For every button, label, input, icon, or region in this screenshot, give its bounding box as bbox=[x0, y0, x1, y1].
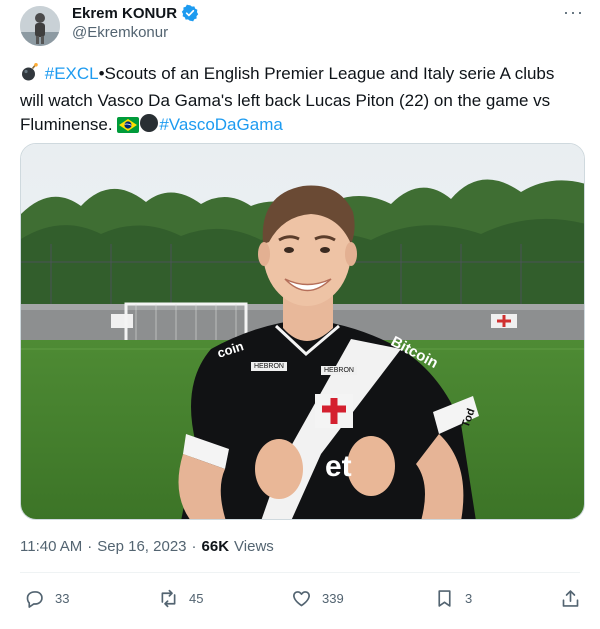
share-icon bbox=[562, 589, 579, 607]
bomb-icon bbox=[20, 62, 40, 89]
author-name-row[interactable]: Ekrem KONUR bbox=[72, 4, 199, 22]
reply-count: 33 bbox=[55, 590, 70, 606]
views-label: Views bbox=[234, 538, 274, 555]
jersey-badge-right: HEBRON bbox=[321, 366, 357, 375]
heart-icon bbox=[293, 590, 310, 606]
tweet-time[interactable]: 11:40 AM bbox=[20, 538, 82, 555]
tweet-date[interactable]: Sep 16, 2023 bbox=[97, 538, 186, 555]
brazil-flag-icon bbox=[117, 116, 140, 140]
tweet-body: •Scouts of an English Premier League and… bbox=[20, 64, 555, 134]
author-display-name[interactable]: Ekrem KONUR bbox=[72, 5, 177, 22]
meta-separator: · bbox=[87, 538, 93, 555]
repost-count: 45 bbox=[189, 590, 204, 606]
repost-button[interactable]: 45 bbox=[158, 584, 203, 612]
hashtag-excl-link[interactable]: #EXCL bbox=[45, 64, 99, 83]
author-avatar[interactable] bbox=[20, 6, 60, 46]
bookmark-button[interactable]: 3 bbox=[434, 584, 472, 612]
jersey-badge-left: HEBRON bbox=[251, 362, 287, 371]
verified-badge-icon bbox=[181, 4, 199, 22]
more-options-icon[interactable]: ··· bbox=[563, 2, 584, 23]
reply-icon bbox=[26, 590, 43, 608]
divider bbox=[20, 572, 580, 573]
photo-illustration bbox=[21, 144, 584, 519]
views-count: 66K bbox=[201, 538, 230, 555]
bookmark-count: 3 bbox=[465, 590, 473, 606]
tweet-actions-bar: 33 45 339 3 bbox=[20, 584, 590, 612]
bookmark-icon bbox=[438, 589, 451, 607]
share-button[interactable] bbox=[560, 584, 581, 612]
reply-button[interactable]: 33 bbox=[24, 584, 69, 612]
repost-icon bbox=[161, 589, 176, 607]
tweet-text: #EXCL•Scouts of an English Premier Leagu… bbox=[20, 62, 580, 140]
like-button[interactable]: 339 bbox=[291, 584, 344, 612]
jersey-front-text: et bbox=[325, 450, 352, 483]
avatar-image bbox=[20, 6, 60, 46]
black-circle-icon bbox=[139, 113, 159, 140]
tweet-photo[interactable]: Bitcoin coin et HEBRON HEBRON Tod bbox=[20, 143, 585, 520]
hashtag-vascodagama-link[interactable]: #VascoDaGama bbox=[159, 115, 282, 134]
like-count: 339 bbox=[322, 590, 344, 606]
tweet-meta: 11:40 AM · Sep 16, 2023 · 66K Views bbox=[20, 538, 274, 555]
meta-separator-2: · bbox=[191, 538, 197, 555]
author-handle[interactable]: @Ekremkonur bbox=[72, 24, 168, 41]
